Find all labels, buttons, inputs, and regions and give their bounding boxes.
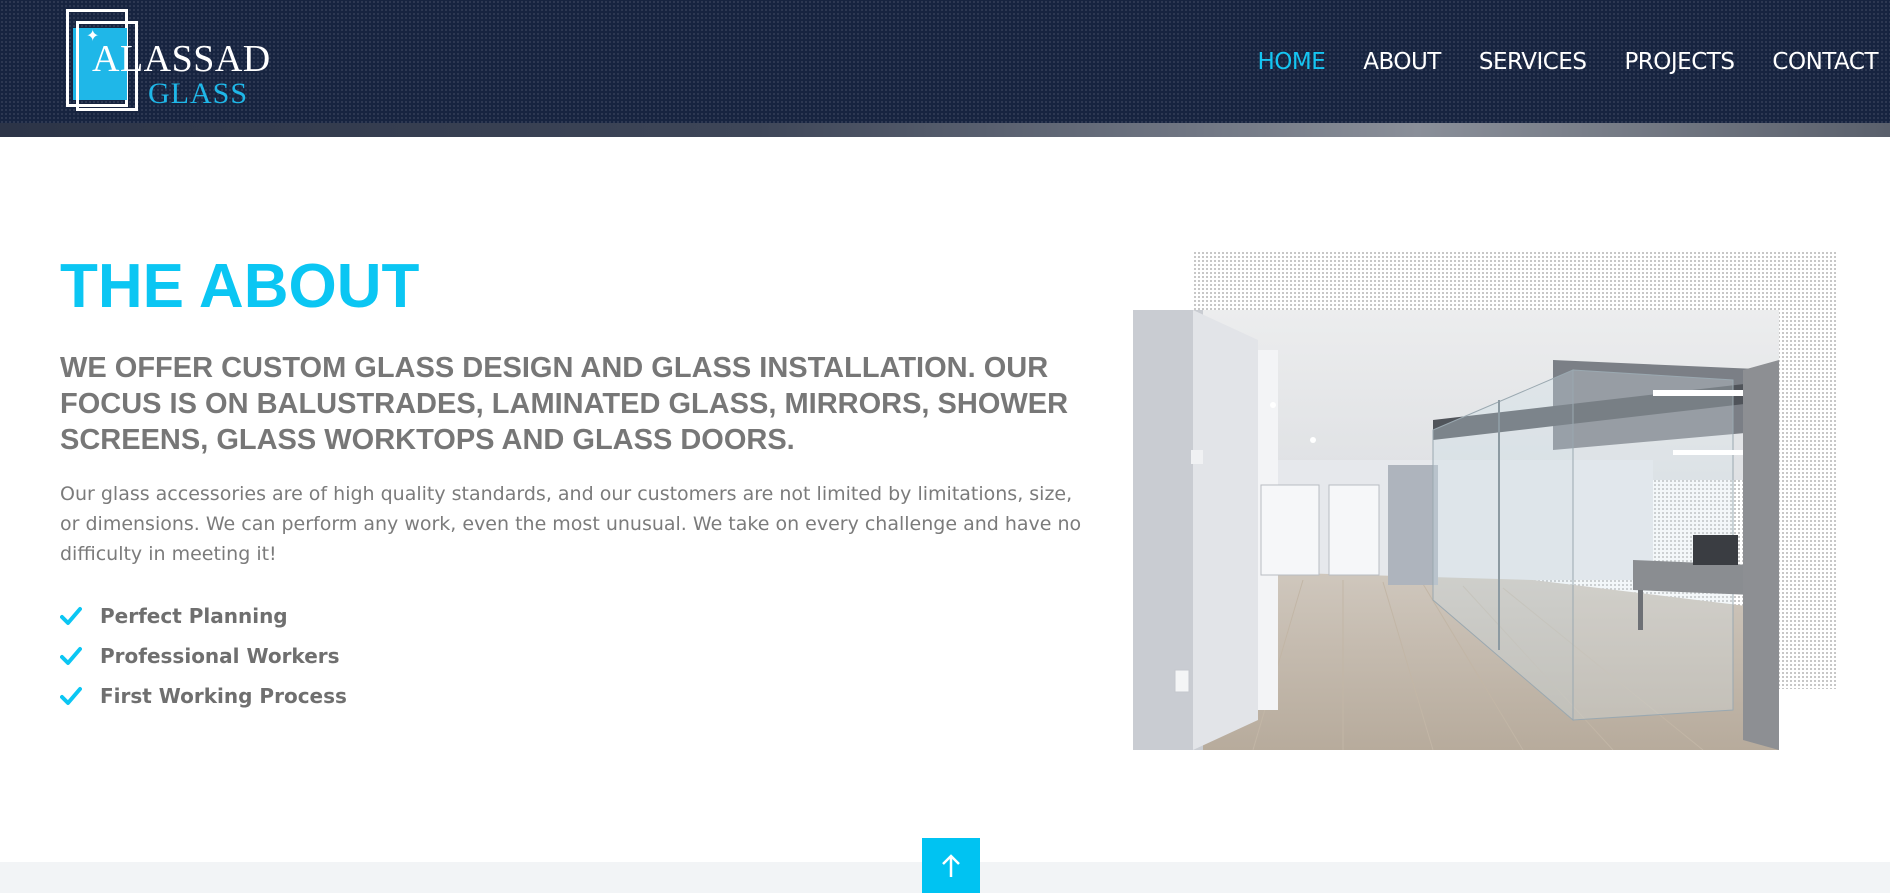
nav-home[interactable]: HOME <box>1257 47 1325 77</box>
nav-projects[interactable]: PROJECTS <box>1624 47 1734 77</box>
office-glass-partition-illustration <box>1133 310 1779 750</box>
feature-item: Professional Workers <box>60 636 347 676</box>
nav-contact[interactable]: CONTACT <box>1772 47 1878 77</box>
site-logo[interactable]: ✦ ALASSAD GLASS <box>66 9 270 115</box>
about-subtitle: WE OFFER CUSTOM GLASS DESIGN AND GLASS I… <box>60 352 1069 456</box>
arrow-up-icon <box>942 853 960 877</box>
check-icon <box>60 607 82 625</box>
feature-label: Perfect Planning <box>100 604 288 628</box>
features-list: Perfect Planning Professional Workers Fi… <box>60 596 347 716</box>
feature-label: Professional Workers <box>100 644 340 668</box>
check-icon <box>60 647 82 665</box>
main-nav: HOME ABOUT SERVICES PROJECTS CONTACT <box>1219 47 1878 77</box>
feature-label: First Working Process <box>100 684 347 708</box>
logo-name-line2: GLASS <box>148 77 249 110</box>
feature-item: Perfect Planning <box>60 596 347 636</box>
site-header: ✦ ALASSAD GLASS HOME ABOUT SERVICES PROJ… <box>0 0 1890 137</box>
hero-image-strip <box>0 123 1890 137</box>
check-icon <box>60 687 82 705</box>
about-title: THE ABOUT <box>60 252 420 321</box>
feature-item: First Working Process <box>60 676 347 716</box>
nav-about[interactable]: ABOUT <box>1363 47 1441 77</box>
office-glass-photo <box>1133 310 1779 750</box>
about-description: Our glass accessories are of high qualit… <box>60 483 1082 565</box>
back-to-top-button[interactable] <box>922 838 980 893</box>
logo-name-line1: ALASSAD <box>92 38 271 80</box>
nav-services[interactable]: SERVICES <box>1479 47 1587 77</box>
